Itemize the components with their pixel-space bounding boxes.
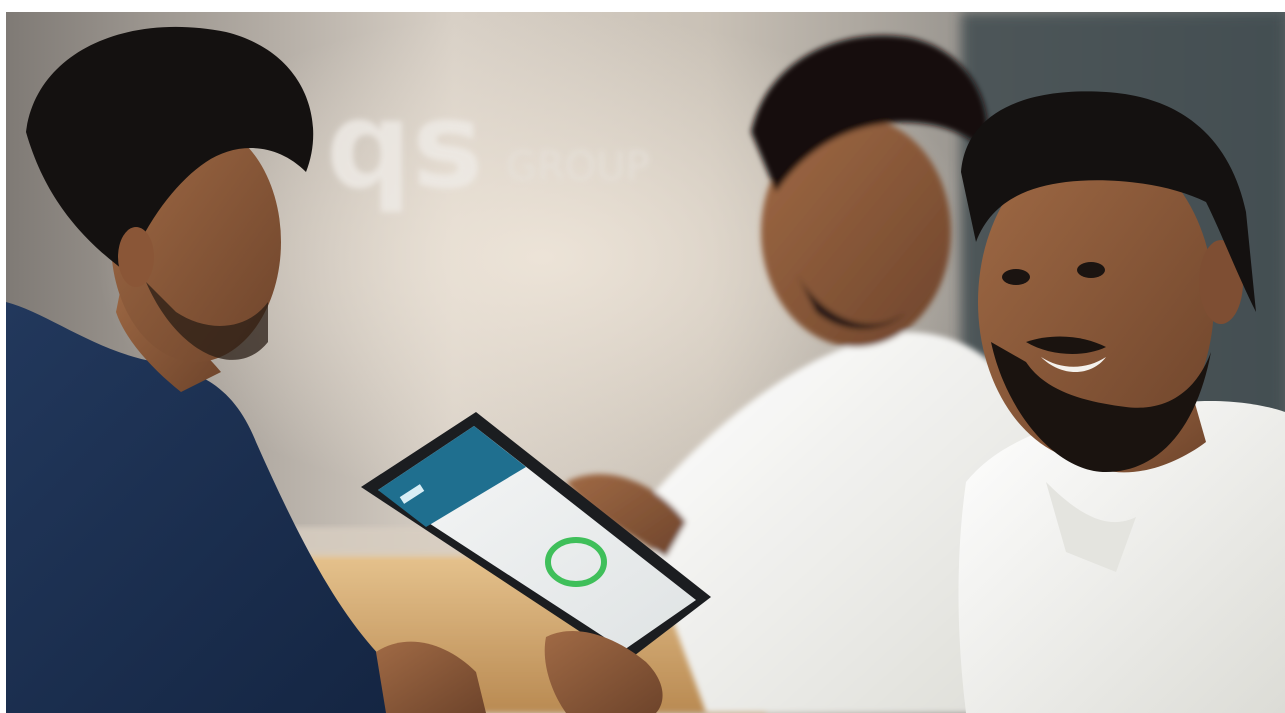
office-photo: qs GROUP [6, 12, 1285, 713]
wall-logo-text: qs [326, 77, 483, 216]
right-man-eye-right [1077, 262, 1105, 278]
photo-frame: qs GROUP [6, 12, 1285, 713]
right-man-eye-left [1002, 269, 1030, 285]
wall-logo-subtext: GROUP [506, 144, 650, 190]
left-man-ear [118, 227, 154, 287]
man-right-smiling [958, 91, 1285, 713]
